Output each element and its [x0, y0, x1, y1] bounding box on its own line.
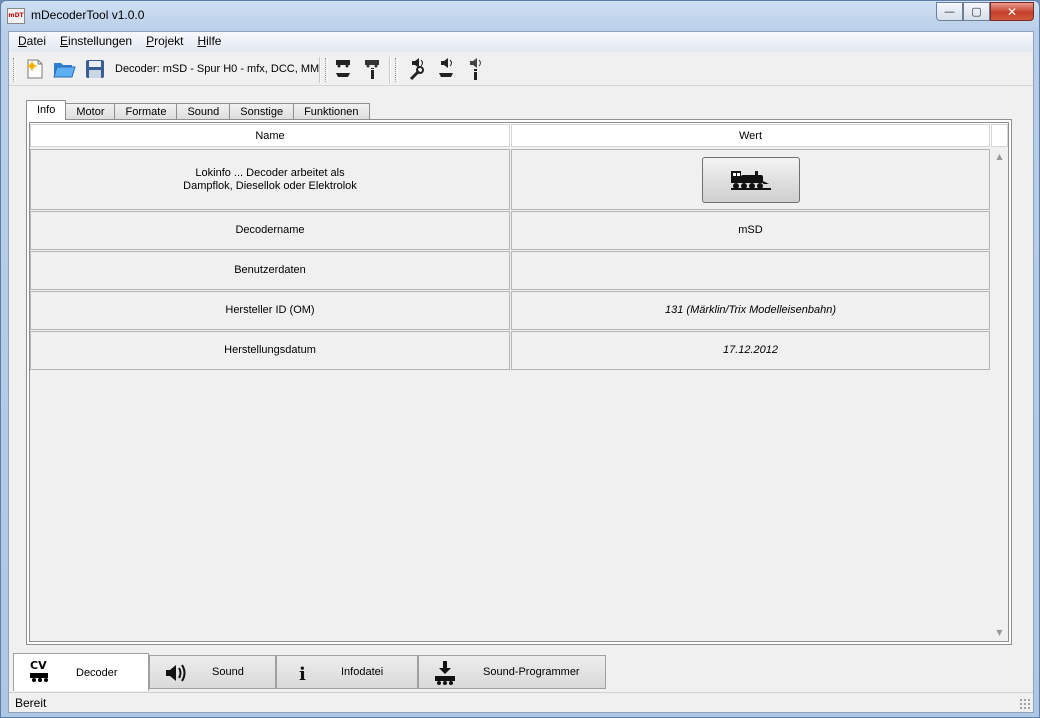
new-file-icon: [27, 59, 43, 79]
bottom-tab-label: Infodatei: [341, 666, 384, 678]
tab-sonstige[interactable]: Sonstige: [229, 103, 295, 120]
toolbar-separator: [319, 57, 321, 83]
close-button[interactable]: ✕: [990, 2, 1034, 21]
locomotive-type-button[interactable]: [701, 156, 800, 203]
menu-bar: Datei Einstellungen Projekt Hilfe: [9, 32, 1033, 52]
row-name-cell: Benutzerdaten: [30, 251, 510, 290]
window-title: mDecoderTool v1.0.0: [31, 8, 145, 22]
maximize-button[interactable]: ▢: [963, 2, 990, 21]
bottom-tab-label: Sound-Programmer: [483, 666, 580, 678]
sound-info-icon: [470, 58, 481, 80]
menu-datei[interactable]: Datei: [11, 32, 53, 52]
bottom-tab-bar: CV Decoder Sound i Infodatei Sound-Progr…: [9, 653, 1033, 691]
table-row: Benutzerdaten: [30, 251, 990, 290]
sound-tools-icon: [409, 58, 424, 81]
info-table: Name Wert Lokinfo ... Decoder arbeitet a…: [29, 122, 1009, 642]
column-header-value[interactable]: Wert: [511, 124, 990, 147]
row-name-cell: Lokinfo ... Decoder arbeitet als Dampflo…: [30, 149, 510, 210]
sound-write-icon: [439, 58, 453, 77]
save-icon: [86, 60, 104, 78]
speaker-icon: [162, 660, 190, 686]
bottom-tab-label: Decoder: [76, 666, 118, 679]
bottom-tab-sound[interactable]: Sound: [149, 655, 276, 689]
vertical-scrollbar[interactable]: ▲ ▼: [991, 149, 1008, 641]
decoder-write-button[interactable]: [331, 57, 355, 81]
row-value-cell[interactable]: 17.12.2012: [511, 331, 990, 370]
tab-info[interactable]: Info: [26, 100, 67, 120]
sound-info-button[interactable]: [463, 57, 487, 81]
app-window: mDT mDecoderTool v1.0.0 — ▢ ✕ Datei Eins…: [0, 0, 1040, 718]
open-folder-icon: [53, 63, 76, 78]
info-tab-panel: Name Wert Lokinfo ... Decoder arbeitet a…: [26, 119, 1012, 645]
row-value-cell[interactable]: [511, 251, 990, 290]
tab-motor[interactable]: Motor: [65, 103, 116, 120]
toolbar: Decoder: mSD - Spur H0 - mfx, DCC, MM: [9, 52, 1033, 86]
toolbar-grip[interactable]: [13, 58, 16, 82]
column-header-corner: [991, 124, 1008, 147]
bottom-tab-sound-programmer[interactable]: Sound-Programmer: [418, 655, 606, 689]
table-row: Decodername mSD: [30, 211, 990, 250]
decoder-label: Decoder: mSD - Spur H0 - mfx, DCC, MM: [115, 63, 320, 75]
menu-projekt[interactable]: Projekt: [139, 32, 190, 52]
bottom-tab-infodatei[interactable]: i Infodatei: [276, 655, 418, 689]
decoder-info-button[interactable]: [360, 57, 384, 81]
sound-tools-button[interactable]: [405, 57, 429, 81]
row-name-cell: Hersteller ID (OM): [30, 291, 510, 330]
decoder-write-icon: [336, 60, 350, 77]
table-header: Name Wert: [30, 123, 1008, 147]
status-bar: Bereit: [9, 692, 1033, 712]
sound-write-button[interactable]: [434, 57, 458, 81]
client-area: Datei Einstellungen Projekt Hilfe Decode…: [8, 31, 1034, 713]
steam-locomotive-icon: [730, 170, 771, 190]
tab-strip: Info Motor Formate Sound Sonstige Funkti…: [26, 100, 370, 120]
tab-sound[interactable]: Sound: [176, 103, 231, 120]
open-folder-button[interactable]: [52, 57, 76, 81]
svg-text:i: i: [299, 664, 306, 684]
tab-funktionen[interactable]: Funktionen: [293, 103, 370, 120]
menu-einstellungen[interactable]: Einstellungen: [53, 32, 139, 52]
save-button[interactable]: [83, 57, 107, 81]
toolbar-grip[interactable]: [395, 58, 398, 82]
table-row: Hersteller ID (OM) 131 (Märklin/Trix Mod…: [30, 291, 990, 330]
svg-text:CV: CV: [30, 659, 47, 672]
table-row: Herstellungsdatum 17.12.2012: [30, 331, 990, 370]
window-controls: — ▢ ✕: [936, 2, 1034, 21]
cv-locomotive-icon: CV: [26, 658, 54, 684]
row-value-cell[interactable]: 131 (Märklin/Trix Modelleisenbahn): [511, 291, 990, 330]
row-value-cell[interactable]: mSD: [511, 211, 990, 250]
scroll-down-icon[interactable]: ▼: [991, 625, 1008, 641]
resize-grip-icon[interactable]: [1019, 698, 1031, 710]
tab-formate[interactable]: Formate: [114, 103, 178, 120]
column-header-name[interactable]: Name: [30, 124, 510, 147]
app-logo-icon: mDT: [7, 8, 25, 24]
toolbar-separator: [389, 57, 391, 83]
minimize-button[interactable]: —: [936, 2, 963, 21]
info-icon: i: [289, 660, 317, 686]
new-file-button[interactable]: [23, 57, 47, 81]
menu-hilfe[interactable]: Hilfe: [190, 32, 228, 52]
toolbar-grip[interactable]: [325, 58, 328, 82]
row-name-cell: Herstellungsdatum: [30, 331, 510, 370]
title-bar[interactable]: mDT mDecoderTool v1.0.0 — ▢ ✕: [1, 1, 1039, 31]
download-locomotive-icon: [431, 660, 459, 686]
table-row: Lokinfo ... Decoder arbeitet als Dampflo…: [30, 149, 990, 210]
bottom-tab-label: Sound: [212, 666, 244, 678]
row-value-cell: [511, 149, 990, 210]
scroll-up-icon[interactable]: ▲: [991, 149, 1008, 165]
row-name-cell: Decodername: [30, 211, 510, 250]
bottom-tab-decoder[interactable]: CV Decoder: [13, 653, 149, 691]
status-text: Bereit: [15, 696, 47, 710]
decoder-info-icon: [365, 60, 379, 79]
